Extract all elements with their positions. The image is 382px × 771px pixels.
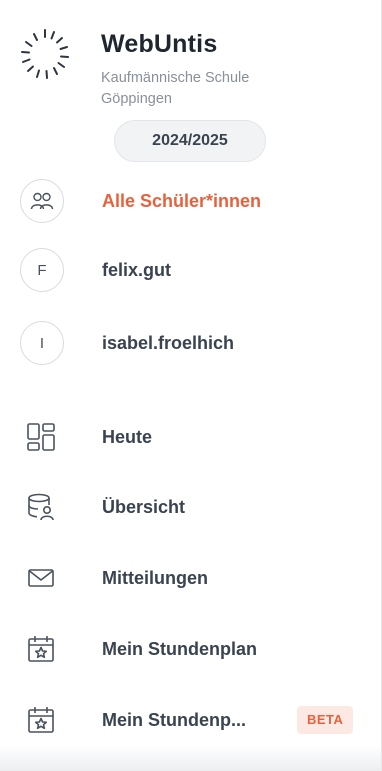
people-item-felix-gut[interactable]: F felix.gut xyxy=(0,240,382,300)
school-year-selector[interactable]: 2024/2025 xyxy=(114,120,266,162)
people-item-label: Alle Schüler*innen xyxy=(102,190,262,211)
avatar: I xyxy=(20,321,64,365)
school-name-line1: Kaufmännische Schule xyxy=(101,70,250,86)
school-name: Kaufmännische Schule Göppingen xyxy=(101,68,331,110)
people-item-label: felix.gut xyxy=(102,259,172,280)
avatar: F xyxy=(20,248,64,292)
app-title: WebUntis xyxy=(101,30,218,58)
nav-item-label: Mein Stundenplan xyxy=(102,638,257,659)
nav-item-mein-stundenplan[interactable]: Mein Stundenplan xyxy=(0,619,382,679)
nav-item-uebersicht[interactable]: Übersicht xyxy=(0,477,382,537)
nav-item-mein-stundenplan-beta[interactable]: Mein Stundenp... BETA xyxy=(0,690,382,750)
nav-item-heute[interactable]: Heute xyxy=(0,407,382,467)
beta-badge: BETA xyxy=(297,706,354,734)
nav-item-label: Heute xyxy=(102,426,153,447)
people-item-isabel-froelhich[interactable]: I isabel.froelhich xyxy=(0,313,382,373)
dashboard-grid-icon xyxy=(26,422,56,452)
overview-user-icon xyxy=(26,492,56,522)
webuntis-logo-icon xyxy=(16,26,74,84)
school-name-line2: Göppingen xyxy=(101,91,172,107)
nav-item-label: Mitteilungen xyxy=(102,567,208,588)
people-item-all-students[interactable]: Alle Schüler*innen xyxy=(0,171,382,231)
envelope-icon xyxy=(26,563,56,593)
people-item-label: isabel.froelhich xyxy=(102,332,235,353)
nav-item-label: Übersicht xyxy=(102,496,186,517)
nav-item-label: Mein Stundenp... xyxy=(102,709,246,730)
nav-item-mitteilungen[interactable]: Mitteilungen xyxy=(0,548,382,608)
sidebar-panel: WebUntis Kaufmännische Schule Göppingen … xyxy=(0,0,382,771)
calendar-star-icon xyxy=(26,634,56,664)
calendar-star-icon xyxy=(26,705,56,735)
bottom-divider xyxy=(0,745,381,771)
group-icon xyxy=(20,179,64,223)
